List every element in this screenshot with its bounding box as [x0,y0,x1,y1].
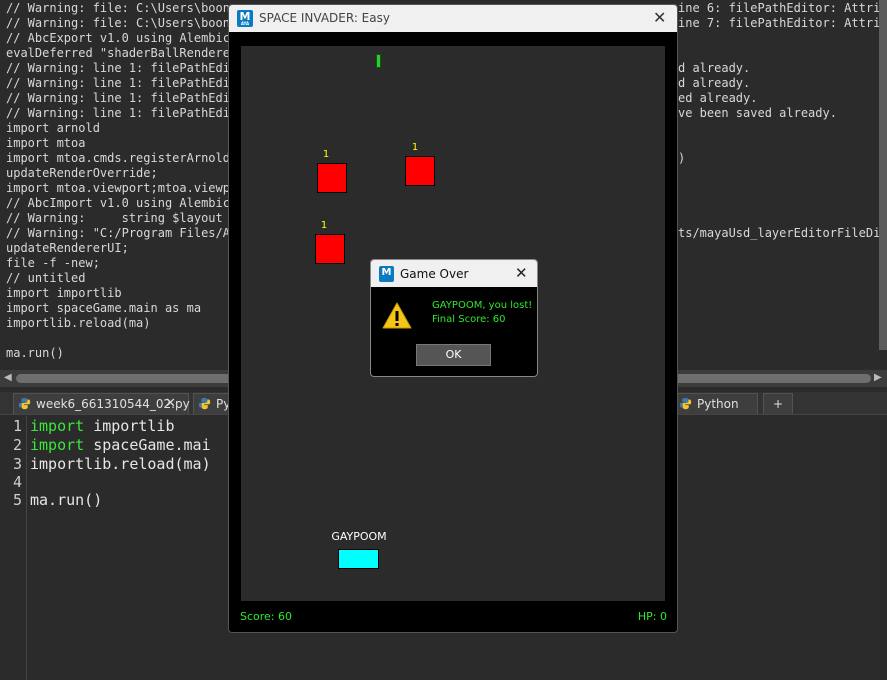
add-tab-label: + [772,397,784,411]
output-line: // Warning: line 1: filePathEdit [6,76,238,90]
code-line[interactable]: import importlib [30,417,175,435]
output-line: // Warning: file: C:\Users\boony [6,1,238,15]
output-line: // Warning: line 1: filePathEdit [6,61,238,75]
python-icon [198,397,211,410]
code-text: ma.run() [30,491,103,509]
enemy [317,163,347,193]
ok-button[interactable]: OK [416,344,491,366]
enemy [315,234,345,264]
output-line: // Warning: string $layout = [6,211,238,225]
code-line[interactable]: ma.run() [30,491,102,509]
output-line: // Warning: line 1: filePathEdit [6,91,238,105]
output-line: import importlib [6,286,122,300]
line-number: 1 [12,417,22,435]
output-line: // Warning: line 1: filePathEdit [6,106,238,120]
tab-python[interactable]: Python [674,393,758,414]
warning-icon [382,302,412,329]
enemy-hp-label: 1 [320,220,328,231]
close-icon[interactable]: ✕ [653,5,666,31]
enemy [405,156,435,186]
output-line: // AbcImport v1.0 using Alembic [6,196,230,210]
tab-label: Python [697,397,739,411]
code-text: spaceGame.mai [84,436,211,454]
output-line: updateRendererUI; [6,241,129,255]
output-line: ts/mayaUsd_layerEditorFileDial [678,226,887,240]
logo-subtext: AYA [240,21,250,26]
output-line: // Warning: file: C:\Users\boony [6,16,238,30]
logo-letter: M [381,267,392,278]
output-line: ve been saved already. [678,106,837,120]
output-line: import mtoa [6,136,86,150]
enemy-hp-label: 1 [411,142,419,153]
bullet [376,54,381,68]
vertical-scrollbar[interactable] [879,0,887,350]
output-line: import mtoa.viewport;mtoa.viewpo [6,181,238,195]
game-window-title: SPACE INVADER: Easy [259,11,390,25]
line-number: 4 [12,473,22,491]
output-line: d already. [678,76,751,90]
output-line: evalDeferred "shaderBallRenderer [6,46,238,60]
game-window-titlebar[interactable]: M AYA SPACE INVADER: Easy ✕ [229,5,677,32]
keyword: import [30,417,85,435]
output-line: // AbcExport v1.0 using Alembic [6,31,230,45]
maya-logo-icon: M [379,266,394,282]
output-line: // Warning: "C:/Program Files/Au [6,226,238,240]
output-line: // untitled [6,271,86,285]
output-line: ine 6: filePathEditor: Attribu [678,1,887,15]
output-line: d already. [678,61,751,75]
game-over-dialog: M Game Over ✕ GAYPOOM, you lost! Final S… [370,259,538,377]
score-label: Score: 60 [240,610,293,623]
output-line: importlib.reload(ma) [6,316,151,330]
dialog-message: GAYPOOM, you lost! [432,300,533,311]
output-line: ) [678,151,686,165]
code-line[interactable]: import spaceGame.mai [30,436,211,454]
code-text: importlib.reload(ma) [30,455,211,473]
output-line: ma.run() [6,346,64,360]
line-number: 2 [12,436,22,454]
output-line: updateRenderOverride; [6,166,158,180]
close-tab-icon[interactable]: ✕ [165,394,176,414]
output-line: import mtoa.cmds.registerArnoldR [6,151,238,165]
player-name: GAYPOOM [331,530,387,543]
tab-week6[interactable]: week6_661310544_02.py ✕ [13,393,190,414]
output-line: import arnold [6,121,100,135]
output-lines-right: ine 6: filePathEditor: Attribu ine 7: fil… [678,0,887,370]
dialog-title: Game Over [400,267,469,281]
close-icon[interactable]: ✕ [515,260,528,287]
enemy-hp-label: 1 [322,149,330,160]
scroll-left-arrow-icon[interactable]: ◀ [4,372,12,383]
line-number-gutter: 1 2 3 4 5 [0,416,27,680]
python-icon [679,397,692,410]
dialog-titlebar[interactable]: M Game Over ✕ [371,260,537,287]
line-number: 5 [12,491,22,509]
keyword: import [30,436,85,454]
output-line: ine 7: filePathEditor: Attribu [678,16,887,30]
tab-py[interactable]: Py [193,393,230,414]
maya-logo-icon: M AYA [237,10,253,27]
code-line[interactable]: importlib.reload(ma) [30,455,211,473]
player-ship [338,549,379,569]
hp-label: HP: 0 [637,610,667,623]
final-score-text: Final Score: 60 [432,314,506,325]
line-number: 3 [12,455,22,473]
output-line: ed already. [678,91,758,105]
python-icon [18,397,31,410]
output-line: file -f -new; [6,256,100,270]
add-tab-button[interactable]: + [763,393,793,414]
output-line: import spaceGame.main as ma [6,301,202,315]
scroll-right-arrow-icon[interactable]: ▶ [874,372,882,383]
code-text: importlib [84,417,175,435]
